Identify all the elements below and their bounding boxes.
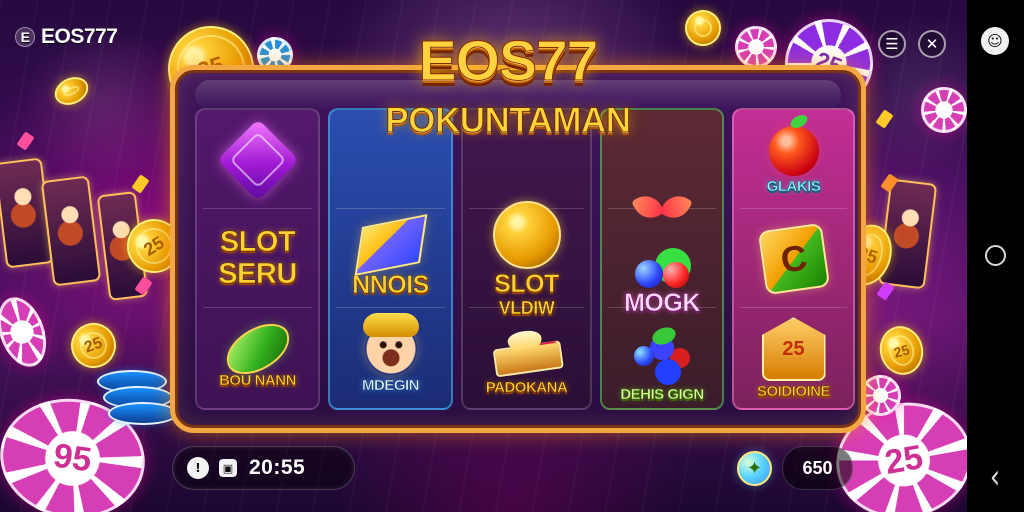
reel-4-middle-label: MOGK <box>624 289 701 317</box>
reel-4-top-symbol <box>602 110 722 184</box>
reel-1-bottom-label: BOU NANN <box>219 372 297 390</box>
reel-5-bottom-symbol: 25 SOIDIOINE <box>734 309 853 408</box>
reel-3-bottom-label: PADOKANA <box>485 378 568 396</box>
avatar-button[interactable]: ☺ <box>981 27 1009 55</box>
decor-chip-small-pink <box>913 79 975 141</box>
timer-panel[interactable]: ! ▣ 20:55 <box>172 446 355 490</box>
character-face-icon <box>362 313 419 376</box>
menu-button[interactable]: ☰ <box>878 30 906 58</box>
home-button[interactable] <box>981 241 1009 269</box>
reel-3-label-line-2: VLDIW <box>498 298 555 319</box>
brand-header: E EOS777 <box>15 25 118 49</box>
reel-5-bottom-label: SOIDIOINE <box>756 383 831 401</box>
slot-machine-frame: SLOT SERU BOU NANN NNOIS MDEGIN SLOT VLD… <box>170 65 866 433</box>
reward-button[interactable]: ✦ <box>737 450 772 486</box>
reel-2-bottom-symbol: MDEGIN <box>330 309 451 408</box>
reel-column-1: SLOT SERU BOU NANN <box>195 108 320 410</box>
back-icon: ‹ <box>989 457 1001 497</box>
reel-column-5: GLAKIS C 25 SOIDIOINE <box>732 108 855 410</box>
timer-icon: ! <box>187 457 209 479</box>
cake-icon <box>489 332 564 381</box>
credits-text: 650 <box>802 457 833 478</box>
reel-1-label-line-1: SLOT <box>219 226 296 259</box>
bow-icon <box>632 190 692 230</box>
berries-icon <box>630 328 694 384</box>
reel-4-bottom-symbol: DEHIS GIGN <box>602 322 722 408</box>
calendar-icon: ▣ <box>219 459 237 477</box>
coin-symbol-icon <box>492 200 561 269</box>
game-screen: ☺ ‹ E EOS777 ☰ ✕ 25 25 25 25 25 95 25 25 <box>0 0 1024 512</box>
reel-2-middle-label: NNOIS <box>352 271 430 300</box>
reel-3-top-symbol <box>463 110 590 195</box>
reel-3-label-line-1: SLOT <box>494 269 560 298</box>
reel-column-3: SLOT VLDIW PADOKANA <box>461 108 592 410</box>
letter-c-icon: C <box>757 222 830 296</box>
decor-chip-stack-left <box>97 370 178 438</box>
reel-2-bottom-label: MDEGIN <box>362 377 420 395</box>
decor-chip-edge-left <box>0 290 55 374</box>
decor-coin-3: 25 <box>64 316 123 375</box>
decor-confetti-1 <box>131 174 150 194</box>
reel-2-middle-symbol: NNOIS <box>330 209 451 308</box>
back-button[interactable]: ‹ <box>985 457 1006 497</box>
reward-icon: ✦ <box>746 457 763 479</box>
reel-1-top-symbol <box>197 110 318 209</box>
credits-display: 650 <box>782 446 853 490</box>
reel-1-label-line-2: SERU <box>218 257 298 290</box>
decor-coin-small-left <box>50 71 93 111</box>
reel-5-top-label: GLAKIS <box>766 177 821 195</box>
reel-5-middle-symbol: C <box>734 209 853 308</box>
decor-coin-5: 25 <box>874 321 929 380</box>
slot-reels: SLOT SERU BOU NANN NNOIS MDEGIN SLOT VLD… <box>195 108 855 410</box>
brand-label: EOS777 <box>41 25 118 48</box>
decor-confetti-2 <box>875 109 894 129</box>
close-icon: ✕ <box>925 35 939 53</box>
credits-panel: ✦ 650 <box>737 446 853 490</box>
reel-4-bottom-label: DEHIS GIGN <box>620 385 704 403</box>
card-icon <box>354 214 427 277</box>
time-text: 20:55 <box>249 456 306 479</box>
decor-coin-small-top <box>682 7 724 49</box>
close-button[interactable]: ✕ <box>918 30 946 58</box>
decor-confetti-6 <box>16 131 35 151</box>
reel-5-top-symbol: GLAKIS <box>734 110 853 209</box>
reel-2-top-symbol <box>330 110 451 209</box>
reel-column-2: NNOIS MDEGIN <box>328 108 453 410</box>
reel-4-middle-symbol: MOGK <box>602 184 722 322</box>
avatar-icon: ☺ <box>987 32 1003 50</box>
reel-1-bottom-symbol: BOU NANN <box>197 309 318 408</box>
brand-logo-icon: E <box>15 27 35 47</box>
reel-3-middle-symbol: SLOT VLDIW <box>463 195 590 324</box>
reel-1-middle-symbol: SLOT SERU <box>197 209 318 308</box>
menu-icon: ☰ <box>885 35 899 53</box>
fruit-icon <box>631 234 693 288</box>
reel-column-4: MOGK DEHIS GIGN <box>600 108 724 410</box>
apple-icon <box>768 125 819 176</box>
navigation-bar: ☺ ‹ <box>967 0 1024 512</box>
gem-icon <box>216 118 299 201</box>
badge-icon: 25 <box>761 317 826 382</box>
decor-card-left-2 <box>40 175 102 287</box>
reel-3-bottom-symbol: PADOKANA <box>463 323 590 408</box>
